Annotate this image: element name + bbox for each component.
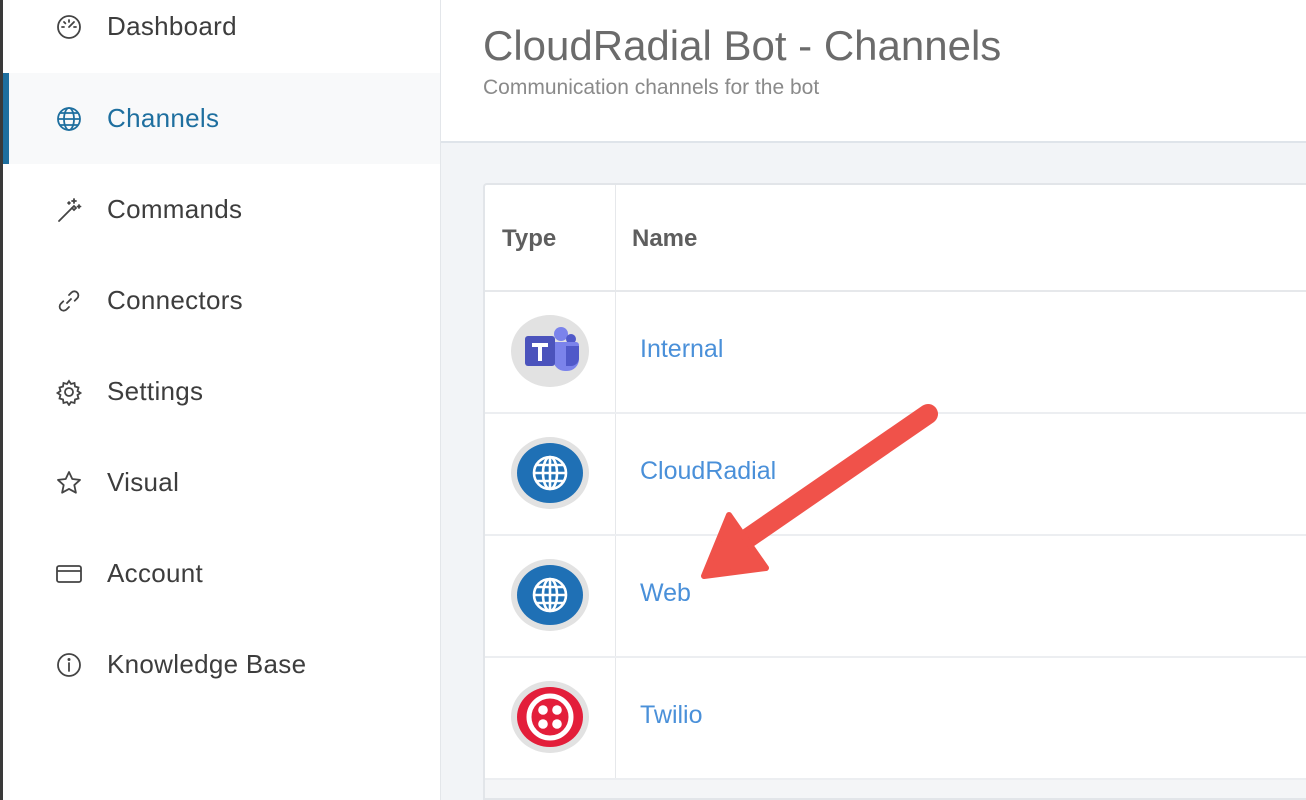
sidebar-item-label: Visual — [107, 467, 180, 497]
column-header-type[interactable]: Type — [502, 225, 556, 253]
page-header: CloudRadial Bot - Channels Communication… — [441, 0, 1306, 143]
gear-icon — [53, 376, 85, 408]
sidebar-item-label: Commands — [107, 194, 243, 224]
main-content: CloudRadial Bot - Channels Communication… — [441, 0, 1306, 800]
web-globe-icon — [511, 437, 589, 509]
sidebar-item-knowledge-base[interactable]: Knowledge Base — [3, 619, 440, 710]
sidebar-item-dashboard[interactable]: Dashboard — [3, 0, 440, 72]
sidebar-item-label: Knowledge Base — [107, 649, 307, 679]
sidebar-item-connectors[interactable]: Connectors — [3, 255, 440, 346]
sidebar-item-commands[interactable]: Commands — [3, 164, 440, 255]
twilio-icon — [511, 681, 589, 753]
table-row[interactable]: Web — [485, 534, 1306, 658]
sidebar: Dashboard Channels Commands Connectors S… — [3, 0, 441, 800]
sidebar-item-settings[interactable]: Settings — [3, 346, 440, 437]
sidebar-item-label: Channels — [107, 103, 220, 133]
channel-link[interactable]: Internal — [640, 335, 723, 364]
sidebar-item-account[interactable]: Account — [3, 528, 440, 619]
table-row[interactable]: Twilio — [485, 656, 1306, 780]
magic-wand-icon — [53, 194, 85, 226]
channel-link[interactable]: Twilio — [640, 701, 703, 730]
column-header-name[interactable]: Name — [632, 225, 697, 253]
info-circle-icon — [53, 649, 85, 681]
sidebar-item-label: Connectors — [107, 285, 243, 315]
link-icon — [53, 285, 85, 317]
credit-card-icon — [53, 558, 85, 590]
page-title: CloudRadial Bot - Channels — [483, 22, 1002, 69]
channels-table: Type Name Internal CloudRadial Web Twili… — [483, 183, 1306, 800]
star-icon — [53, 467, 85, 499]
sidebar-item-visual[interactable]: Visual — [3, 437, 440, 528]
sidebar-item-label: Dashboard — [107, 11, 237, 41]
sidebar-item-label: Settings — [107, 376, 204, 406]
globe-icon — [53, 103, 85, 135]
channel-link[interactable]: CloudRadial — [640, 457, 776, 486]
sidebar-item-channels[interactable]: Channels — [3, 73, 440, 164]
channel-link[interactable]: Web — [640, 579, 691, 608]
table-header: Type Name — [485, 185, 1306, 292]
table-row[interactable]: Internal — [485, 290, 1306, 414]
sidebar-item-label: Account — [107, 558, 204, 588]
web-globe-icon — [511, 559, 589, 631]
table-footer — [485, 780, 1306, 798]
table-row[interactable]: CloudRadial — [485, 412, 1306, 536]
teams-icon — [511, 315, 589, 387]
page-subtitle: Communication channels for the bot — [483, 76, 820, 99]
gauge-icon — [53, 11, 85, 43]
